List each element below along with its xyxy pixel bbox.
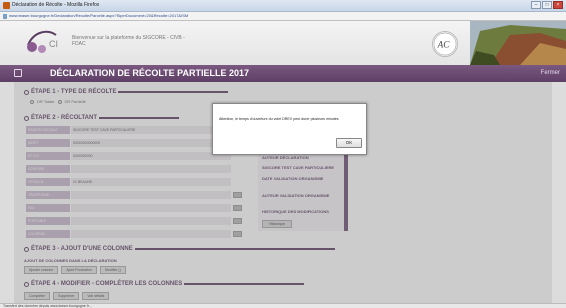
svg-text:AC: AC: [437, 40, 451, 50]
site-icon: [3, 14, 7, 19]
firefox-icon: [3, 2, 10, 9]
address-bar[interactable]: www.teaser.bourgogne.fr/Declaration/Reco…: [0, 12, 566, 21]
window-titlebar: Déclaration de Récolte - Mozilla Firefox…: [0, 0, 566, 12]
page-header: DÉCLARATION DE RÉCOLTE PARTIELLE 2017 Fe…: [0, 65, 566, 82]
window-controls: – □ ×: [531, 1, 563, 9]
close-link[interactable]: Fermer: [541, 70, 560, 76]
page-title: DÉCLARATION DE RÉCOLTE PARTIELLE 2017: [50, 68, 250, 78]
alert-message: Attention, le temps d'ouverture du volet…: [219, 117, 339, 121]
window-title: Déclaration de Récolte - Mozilla Firefox: [12, 2, 100, 8]
maximize-icon[interactable]: □: [542, 1, 552, 9]
vineyard-photo: [470, 21, 566, 65]
close-icon[interactable]: ×: [553, 1, 563, 9]
back-icon[interactable]: [14, 69, 22, 77]
ok-button[interactable]: OK: [336, 138, 362, 148]
welcome-text: Bienvenue sur la plateforme du SIGCORE -…: [72, 35, 185, 47]
alert-dialog: Attention, le temps d'ouverture du volet…: [212, 103, 367, 155]
status-text: Transfert des données depuis www.teaser.…: [3, 304, 92, 308]
partner-logo: AC: [432, 31, 458, 57]
welcome-line-2: FDAC: [72, 41, 86, 47]
svg-text:CI: CI: [49, 39, 58, 49]
sigcore-logo: CI: [27, 30, 58, 53]
address-url[interactable]: www.teaser.bourgogne.fr/Declaration/Reco…: [9, 13, 188, 18]
site-banner: CI Bienvenue sur la plateforme du SIGCOR…: [0, 21, 566, 65]
minimize-icon[interactable]: –: [531, 1, 541, 9]
welcome-line-1: Bienvenue sur la plateforme du SIGCORE -…: [72, 35, 185, 41]
browser-statusbar: Transfert des données depuis www.teaser.…: [0, 303, 566, 308]
